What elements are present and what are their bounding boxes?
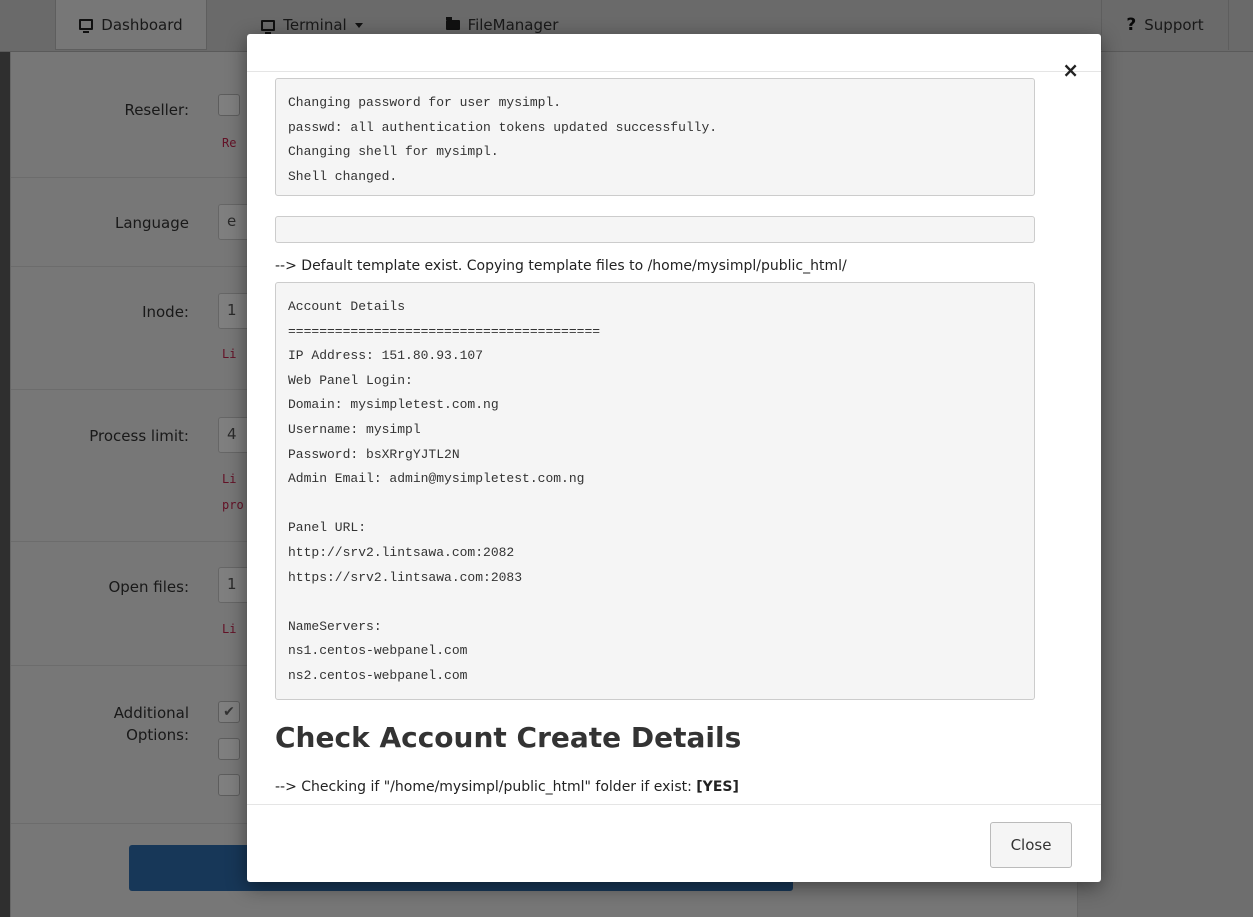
command-output-box: Changing password for user mysimpl. pass… (275, 78, 1035, 196)
account-details-box: Account Details ========================… (275, 282, 1035, 700)
folder-check-result: [YES] (696, 779, 739, 795)
check-account-heading: Check Account Create Details (275, 721, 742, 754)
close-button[interactable]: Close (990, 822, 1072, 868)
template-copy-note: --> Default template exist. Copying temp… (275, 258, 847, 274)
folder-check-text: --> Checking if "/home/mysimpl/public_ht… (275, 779, 697, 795)
empty-output-box (275, 216, 1035, 243)
close-icon[interactable]: × (1062, 60, 1079, 80)
modal-body[interactable]: Changing password for user mysimpl. pass… (275, 72, 1035, 804)
modal-footer: Close (247, 804, 1101, 882)
modal-header: × (247, 34, 1101, 80)
folder-check-line: --> Checking if "/home/mysimpl/public_ht… (275, 777, 739, 797)
account-create-modal: × Changing password for user mysimpl. pa… (247, 34, 1101, 882)
